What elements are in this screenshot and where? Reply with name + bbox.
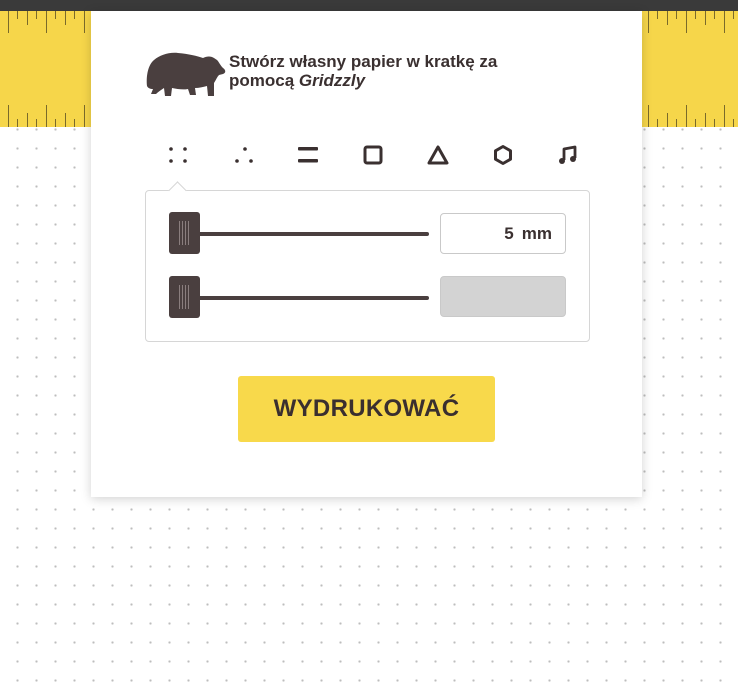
settings-panel: Stwórz własny papier w kratkę za pomocą … <box>91 11 642 497</box>
tab-dots[interactable] <box>158 135 198 175</box>
size-unit: mm <box>521 223 552 243</box>
bear-logo-icon <box>146 52 226 96</box>
tab-squares[interactable] <box>353 135 393 175</box>
ruler-ticks-left <box>8 11 85 127</box>
grip-icon <box>179 221 189 245</box>
music-note-icon <box>559 145 577 164</box>
tab-music[interactable] <box>548 135 588 175</box>
ruler-right <box>638 11 738 127</box>
size-value-field[interactable]: 5 mm <box>440 213 566 254</box>
ruler-left <box>0 11 96 127</box>
grip-icon <box>179 285 189 309</box>
second-slider[interactable] <box>169 276 429 320</box>
tab-hexagons[interactable] <box>483 135 523 175</box>
size-value: 5 <box>504 223 514 243</box>
tab-lines[interactable] <box>288 135 328 175</box>
tab-triangle-dots[interactable] <box>223 135 263 175</box>
controls-box: 5 mm <box>145 181 590 342</box>
ruler-ticks-right <box>648 11 734 127</box>
print-button[interactable]: WYDRUKOWAĆ <box>238 376 495 442</box>
size-slider[interactable] <box>169 212 429 256</box>
brand-name: Gridzzly <box>298 71 366 90</box>
three-dots-icon <box>235 147 253 163</box>
second-value-field <box>440 276 566 317</box>
brand-header: Stwórz własny papier w kratkę za pomocą … <box>145 46 549 100</box>
top-border <box>0 0 738 11</box>
tab-triangles[interactable] <box>418 135 458 175</box>
pattern-tabs <box>146 135 606 175</box>
four-dots-icon <box>169 147 187 163</box>
lines-icon <box>298 147 318 163</box>
second-slider-handle[interactable] <box>169 276 200 318</box>
brand-tagline: Stwórz własny papier w kratkę za pomocą … <box>229 52 549 90</box>
tab-pointer <box>168 181 187 200</box>
second-slider-track[interactable] <box>179 296 429 300</box>
size-slider-track[interactable] <box>179 232 429 236</box>
triangle-icon <box>427 145 449 165</box>
size-slider-handle[interactable] <box>169 212 200 254</box>
hexagon-icon <box>494 145 512 165</box>
square-icon <box>363 145 383 165</box>
